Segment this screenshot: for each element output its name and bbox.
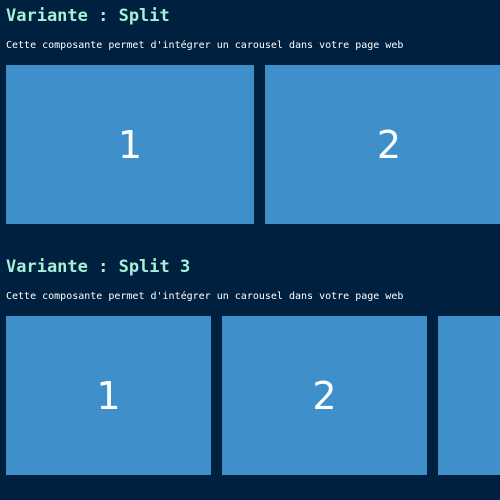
carousel-slide[interactable]: 2: [265, 65, 500, 224]
section-title: Variante : Split 3: [6, 257, 191, 277]
carousel-slide[interactable]: [438, 316, 500, 475]
carousel-section-split: Variante : Split Cette composante permet…: [0, 0, 500, 240]
slide-number: 2: [312, 373, 337, 418]
section-description: Cette composante permet d'intégrer un ca…: [6, 40, 404, 51]
carousel-slide[interactable]: 1: [6, 316, 211, 475]
carousel-slide[interactable]: 2: [222, 316, 427, 475]
slide-number: 2: [376, 122, 402, 167]
carousel[interactable]: 1 2: [0, 65, 500, 224]
section-description: Cette composante permet d'intégrer un ca…: [6, 291, 404, 302]
slide-number: 1: [117, 122, 143, 167]
section-title: Variante : Split: [6, 6, 170, 26]
carousel[interactable]: 1 2: [0, 316, 500, 475]
carousel-section-split-3: Variante : Split 3 Cette composante perm…: [0, 250, 500, 500]
slide-number: 1: [96, 373, 121, 418]
carousel-slide[interactable]: 1: [6, 65, 254, 224]
